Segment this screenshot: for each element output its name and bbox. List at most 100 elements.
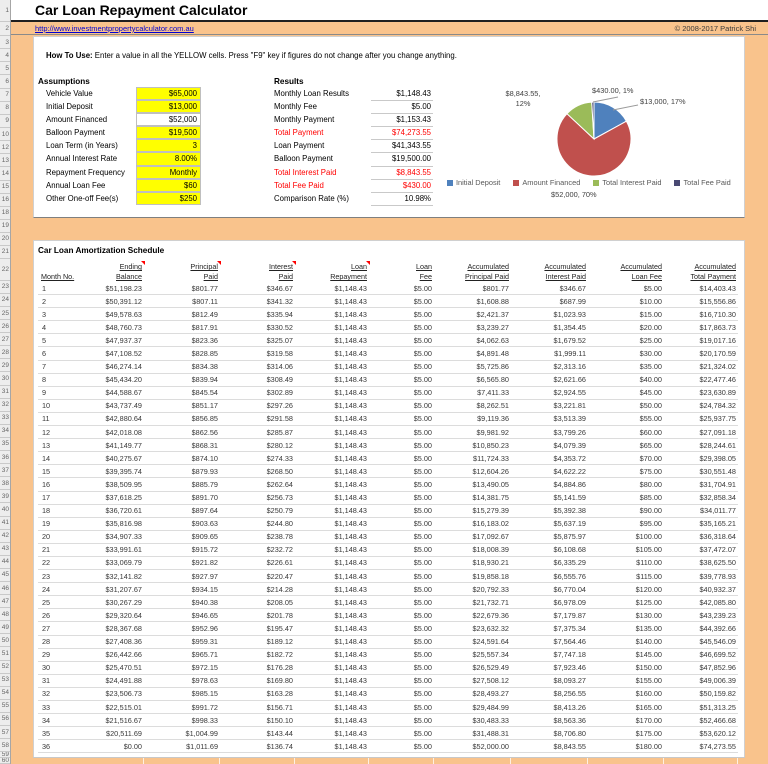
value-cell: $972.15 bbox=[144, 662, 220, 674]
value-cell: $38,625.50 bbox=[664, 557, 738, 569]
column-header-line1: Ending bbox=[98, 262, 142, 272]
copyright-text: © 2008-2017 Patrick Shi bbox=[675, 24, 756, 33]
column-header: EndingBalance bbox=[98, 260, 144, 282]
bottom-grid-vline bbox=[143, 758, 144, 764]
month-cell: 23 bbox=[38, 570, 98, 582]
site-link[interactable]: http://www.investmentpropertycalculator.… bbox=[35, 24, 194, 33]
value-cell: $5.00 bbox=[588, 282, 664, 294]
value-cell: $5,141.59 bbox=[511, 492, 588, 504]
value-cell: $25,557.34 bbox=[434, 649, 511, 661]
value-cell: $23,506.73 bbox=[98, 688, 144, 700]
value-cell: $20,511.69 bbox=[98, 727, 144, 739]
schedule-row: 14$40,275.67$874.10$274.33$1,148.43$5.00… bbox=[38, 452, 738, 465]
schedule-row: 6$47,108.52$828.85$319.58$1,148.43$5.00$… bbox=[38, 347, 738, 360]
value-cell: $1,148.43 bbox=[295, 727, 369, 739]
value-cell: $22,679.36 bbox=[434, 609, 511, 621]
row-number: 4 bbox=[0, 49, 10, 62]
value-cell: $903.63 bbox=[144, 518, 220, 530]
month-cell: 25 bbox=[38, 596, 98, 608]
value-cell: $828.85 bbox=[144, 347, 220, 359]
value-cell: $28,493.27 bbox=[434, 688, 511, 700]
value-cell: $95.00 bbox=[588, 518, 664, 530]
result-row: Total Payment$74,273.55 bbox=[34, 127, 494, 140]
schedule-header-row: Month No.EndingBalancePrincipalPaidInter… bbox=[38, 260, 738, 282]
value-cell: $5.00 bbox=[369, 622, 434, 634]
amortization-schedule-title: Car Loan Amortization Schedule bbox=[38, 246, 164, 255]
value-cell: $1,608.88 bbox=[434, 295, 511, 307]
value-cell: $5.00 bbox=[369, 439, 434, 451]
row-number: 40 bbox=[0, 503, 10, 516]
value-cell: $346.67 bbox=[511, 282, 588, 294]
row-number: 15 bbox=[0, 181, 10, 194]
value-cell: $1,148.43 bbox=[295, 492, 369, 504]
result-label: Total Interest Paid bbox=[274, 168, 336, 177]
row-number: 29 bbox=[0, 359, 10, 372]
row-number: 52 bbox=[0, 661, 10, 674]
value-cell: $226.61 bbox=[220, 557, 295, 569]
month-cell: 30 bbox=[38, 662, 98, 674]
bottom-grid-vline bbox=[510, 758, 511, 764]
value-cell: $37,472.07 bbox=[664, 544, 738, 556]
value-cell: $40,932.37 bbox=[664, 583, 738, 595]
value-cell: $687.99 bbox=[511, 295, 588, 307]
schedule-row: 29$26,442.66$965.71$182.72$1,148.43$5.00… bbox=[38, 649, 738, 662]
assumptions-title: Assumptions bbox=[38, 77, 90, 86]
row-number: 49 bbox=[0, 621, 10, 634]
result-label: Total Payment bbox=[274, 128, 323, 137]
result-row: Loan Payment$41,343.55 bbox=[34, 140, 494, 153]
value-cell: $801.77 bbox=[144, 282, 220, 294]
schedule-row: 12$42,018.08$862.56$285.87$1,148.43$5.00… bbox=[38, 426, 738, 439]
value-cell: $934.15 bbox=[144, 583, 220, 595]
value-cell: $9,981.92 bbox=[434, 426, 511, 438]
value-cell: $42,085.80 bbox=[664, 596, 738, 608]
value-cell: $1,148.43 bbox=[295, 347, 369, 359]
value-cell: $35,165.21 bbox=[664, 518, 738, 530]
value-cell: $0.00 bbox=[98, 740, 144, 752]
value-cell: $52,466.68 bbox=[664, 714, 738, 726]
value-cell: $1,148.43 bbox=[295, 361, 369, 373]
value-cell: $885.79 bbox=[144, 478, 220, 490]
value-cell: $55.00 bbox=[588, 413, 664, 425]
value-cell: $801.77 bbox=[434, 282, 511, 294]
value-cell: $47,108.52 bbox=[98, 347, 144, 359]
value-cell: $14,381.75 bbox=[434, 492, 511, 504]
value-cell: $940.38 bbox=[144, 596, 220, 608]
value-cell: $21,732.71 bbox=[434, 596, 511, 608]
column-header-line2: Loan Fee bbox=[588, 272, 662, 282]
value-cell: $274.33 bbox=[220, 452, 295, 464]
value-cell: $823.36 bbox=[144, 334, 220, 346]
column-header-line2: Interest Paid bbox=[511, 272, 586, 282]
value-cell: $1,148.43 bbox=[295, 636, 369, 648]
pie-label-interest-line1: $8,843.55, bbox=[496, 89, 550, 99]
value-cell: $897.64 bbox=[144, 505, 220, 517]
month-cell: 3 bbox=[38, 308, 98, 320]
column-header: AccumulatedInterest Paid bbox=[511, 260, 588, 282]
value-cell: $17,092.67 bbox=[434, 531, 511, 543]
value-cell: $38,509.95 bbox=[98, 478, 144, 490]
row-number: 56 bbox=[0, 713, 10, 726]
row-number: 25 bbox=[0, 307, 10, 320]
how-to-use-body: Enter a value in all the YELLOW cells. P… bbox=[93, 51, 457, 60]
value-cell: $15,556.86 bbox=[664, 295, 738, 307]
value-cell: $32,141.82 bbox=[98, 570, 144, 582]
value-cell: $43,737.49 bbox=[98, 400, 144, 412]
value-cell: $201.78 bbox=[220, 609, 295, 621]
value-cell: $1,004.99 bbox=[144, 727, 220, 739]
row-number: 14 bbox=[0, 167, 10, 180]
legend-item: Total Interest Paid bbox=[593, 178, 661, 187]
schedule-row: 23$32,141.82$927.97$220.47$1,148.43$5.00… bbox=[38, 570, 738, 583]
value-cell: $20,792.33 bbox=[434, 583, 511, 595]
value-cell: $335.94 bbox=[220, 308, 295, 320]
value-cell: $1,011.69 bbox=[144, 740, 220, 752]
value-cell: $3,799.26 bbox=[511, 426, 588, 438]
value-cell: $4,079.39 bbox=[511, 439, 588, 451]
legend-item: Total Fee Paid bbox=[674, 178, 730, 187]
value-cell: $46,274.14 bbox=[98, 361, 144, 373]
value-cell: $5.00 bbox=[369, 740, 434, 752]
value-cell: $921.82 bbox=[144, 557, 220, 569]
value-cell: $845.54 bbox=[144, 387, 220, 399]
row-number: 48 bbox=[0, 608, 10, 621]
row-number: 39 bbox=[0, 490, 10, 503]
value-cell: $8,413.26 bbox=[511, 701, 588, 713]
value-cell: $150.10 bbox=[220, 714, 295, 726]
